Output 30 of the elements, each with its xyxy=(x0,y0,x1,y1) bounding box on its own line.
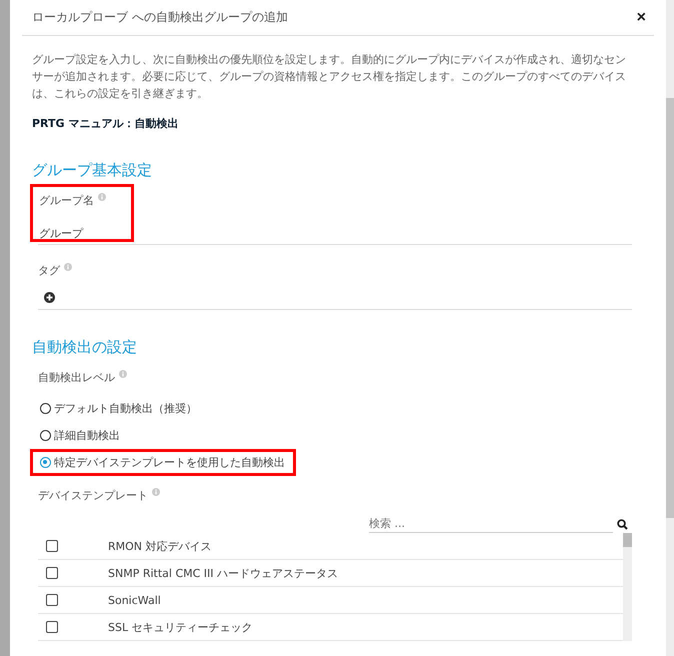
checkbox[interactable] xyxy=(46,594,58,606)
description-text: グループ設定を入力し、次に自動検出の優先順位を設定します。自動的にグループ内にデバイスが作成され、適切なセンサーが追加されます。必要に応じて、グループの資格情報とアクセス権を指定します。このグループのすべてのデバイスは、これらの設定を引き継ぎます。 xyxy=(32,52,627,102)
radio-option[interactable]: デフォルト自動検出（推奨） xyxy=(30,395,208,422)
search-field[interactable]: 検索 ... xyxy=(369,515,613,533)
checkbox[interactable] xyxy=(46,567,58,579)
section-heading: 自動検出の設定 xyxy=(32,338,138,357)
radio-option[interactable]: 特定デバイステンプレートを使用した自動検出 xyxy=(30,449,296,476)
search-icon[interactable] xyxy=(617,518,628,530)
field-label: デバイステンプレート xyxy=(38,489,148,502)
radio-option[interactable]: 詳細自動検出 xyxy=(30,422,131,449)
scrollbar[interactable] xyxy=(666,0,674,656)
scrollbar[interactable] xyxy=(623,533,632,641)
manual-link[interactable]: PRTG マニュアル：自動検出 xyxy=(32,116,632,131)
checkbox[interactable] xyxy=(46,621,58,633)
group-name-field[interactable]: グループ名 グループ xyxy=(30,184,134,242)
template-name: RMON 対応デバイス xyxy=(108,538,212,554)
add-icon[interactable] xyxy=(44,292,55,303)
info-icon xyxy=(152,488,160,496)
template-name: SonicWall xyxy=(108,594,161,606)
checkbox[interactable] xyxy=(46,540,58,552)
info-icon xyxy=(64,263,72,271)
info-icon xyxy=(98,193,106,201)
close-button[interactable]: × xyxy=(636,8,646,26)
section-heading: グループ基本設定 xyxy=(32,161,153,180)
field-label: タグ xyxy=(38,264,60,277)
template-name: SNMP Rittal CMC III ハードウェアステータス xyxy=(108,566,338,580)
field-label: 自動検出レベル xyxy=(38,371,115,384)
dialog-title: ローカルプローブ への自動検出グループの追加 xyxy=(32,9,288,26)
template-name: SSL セキュリティーチェック xyxy=(108,620,253,634)
info-icon xyxy=(118,370,126,378)
